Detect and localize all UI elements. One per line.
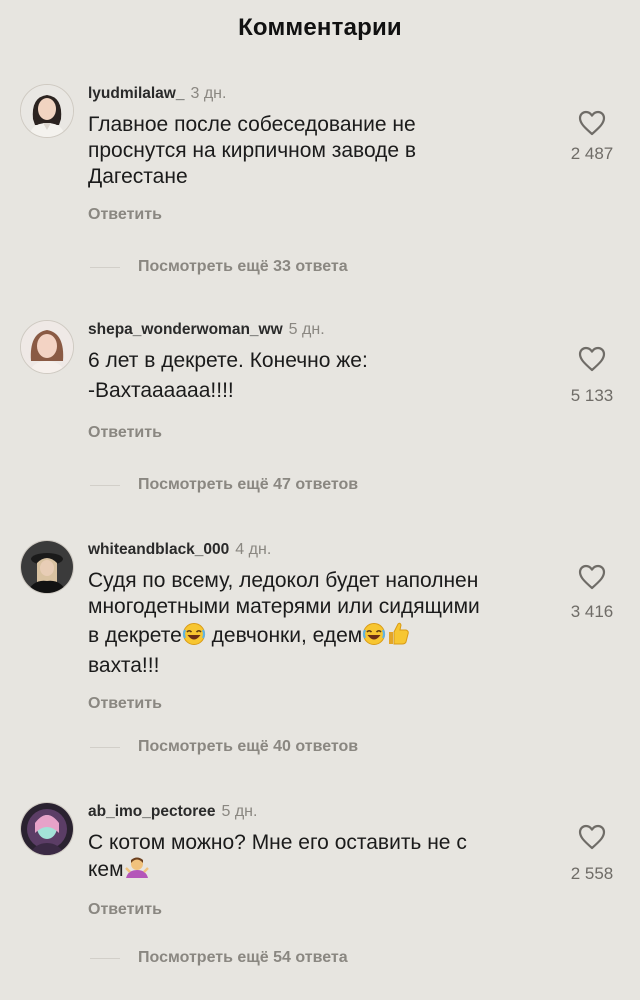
heart-icon[interactable] [578,346,606,372]
comment-text: С котом можно? Мне его оставить не с кем [88,830,548,887]
comment-body: ab_imo_pectoree 5 дн. С котом можно? Мне … [88,802,548,919]
comment-body: shepa_wonderwoman_ww 5 дн. 6 лет в декрет… [88,320,548,442]
comment-text-line: вахта!!! [88,654,160,677]
like-control: 5 133 [560,346,624,406]
divider [90,266,120,268]
heart-icon[interactable] [578,110,606,136]
avatar[interactable] [20,84,74,138]
comment-text-line: в декрете девчонки, едем [88,620,548,653]
comment-body: lyudmilalaw_ 3 дн. Главное после собеседо… [88,84,548,224]
comment-text: 6 лет в декрете. Конечно же: -Вахтаааааа… [88,349,368,402]
view-replies[interactable]: Посмотреть ещё 54 ответа [90,949,348,969]
divider [90,957,120,959]
comment-text-line: многодетными матерями или сидящими [88,595,480,618]
comment-meta: lyudmilalaw_ 3 дн. [88,84,548,104]
avatar-photo-icon [21,541,73,593]
laughing-emoji-icon [362,622,386,653]
comment-text: Судя по всему, ледокол будет наполнен мн… [88,568,548,679]
header: Комментарии [0,0,640,56]
username[interactable]: whiteandblack_000 [88,541,229,558]
avatar[interactable] [20,320,74,374]
like-control: 3 416 [560,564,624,622]
reply-button[interactable]: Ответить [88,206,162,224]
view-replies[interactable]: Посмотреть ещё 33 ответа [90,258,348,278]
comment-text-line: С котом можно? Мне его оставить не с [88,831,467,854]
comment-meta: ab_imo_pectoree 5 дн. [88,802,548,822]
heart-icon[interactable] [578,824,606,850]
avatar-photo-icon [21,85,73,137]
laughing-emoji-icon [182,622,206,653]
like-control: 2 558 [560,824,624,884]
divider [90,484,120,486]
reply-button[interactable]: Ответить [88,901,162,919]
comment: shepa_wonderwoman_ww 5 дн. 6 лет в декрет… [0,320,640,480]
comment-text-segment: девчонки, едем [205,624,363,647]
comment: whiteandblack_000 4 дн. Судя по всему, ле… [0,540,640,720]
view-replies-label[interactable]: Посмотреть ещё 54 ответа [138,949,348,966]
avatar-photo-icon [21,803,73,855]
timestamp: 5 дн. [288,321,325,338]
avatar-photo-icon [21,321,73,373]
like-count: 2 487 [570,144,614,163]
comment-text-segment: в декрете [88,624,182,647]
reply-button[interactable]: Ответить [88,695,162,713]
username[interactable]: ab_imo_pectoree [88,803,216,820]
person-shrugging-emoji-icon [124,856,150,887]
divider [90,746,120,748]
avatar[interactable] [20,540,74,594]
comment-meta: shepa_wonderwoman_ww 5 дн. [88,320,548,340]
comment-text-line: кем [88,856,548,887]
view-replies[interactable]: Посмотреть ещё 40 ответов [90,738,358,758]
view-replies-label[interactable]: Посмотреть ещё 33 ответа [138,258,348,275]
reply-button[interactable]: Ответить [88,424,162,442]
view-replies-label[interactable]: Посмотреть ещё 47 ответов [138,476,358,493]
timestamp: 5 дн. [221,803,258,820]
view-replies[interactable]: Посмотреть ещё 47 ответов [90,476,358,496]
view-replies-label[interactable]: Посмотреть ещё 40 ответов [138,738,358,755]
like-count: 2 558 [570,864,614,883]
like-count: 5 133 [570,386,614,405]
like-count: 3 416 [570,602,614,621]
page-title: Комментарии [238,14,402,41]
comment-text: Главное после собеседование не проснутся… [88,113,417,188]
comment: ab_imo_pectoree 5 дн. С котом можно? Мне … [0,802,640,932]
username[interactable]: shepa_wonderwoman_ww [88,321,283,338]
heart-icon[interactable] [578,564,606,590]
comment-text-line: Судя по всему, ледокол будет наполнен [88,569,479,592]
timestamp: 4 дн. [235,541,272,558]
avatar[interactable] [20,802,74,856]
comment-body: whiteandblack_000 4 дн. Судя по всему, ле… [88,540,548,713]
username[interactable]: lyudmilalaw_ [88,85,184,102]
like-control: 2 487 [560,110,624,164]
comment-text-segment: кем [88,858,124,881]
timestamp: 3 дн. [190,85,227,102]
comment-meta: whiteandblack_000 4 дн. [88,540,548,560]
thumbs-up-emoji-icon [386,620,410,653]
